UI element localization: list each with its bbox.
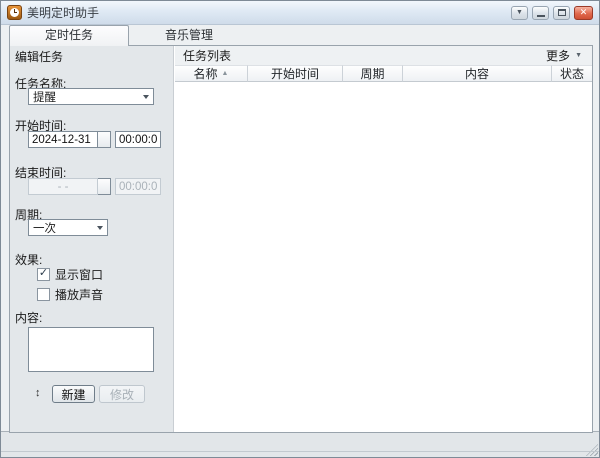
tab-music-management[interactable]: 音乐管理 bbox=[129, 25, 249, 45]
up-down-arrow-icon[interactable]: ↕ bbox=[35, 387, 41, 399]
play-sound-option[interactable]: 播放声音 bbox=[37, 286, 103, 303]
close-icon: ✕ bbox=[580, 8, 588, 17]
app-icon bbox=[7, 5, 22, 20]
tab-bar: 定时任务 音乐管理 bbox=[1, 25, 599, 45]
column-header-name[interactable]: 名称 ▲ bbox=[175, 65, 248, 82]
start-date-input[interactable] bbox=[28, 131, 98, 148]
task-list-heading: 任务列表 bbox=[183, 47, 231, 64]
minimize-button[interactable] bbox=[532, 6, 549, 20]
tab-timer-tasks[interactable]: 定时任务 bbox=[9, 25, 129, 46]
show-window-option[interactable]: ✓ 显示窗口 bbox=[37, 266, 103, 283]
column-header-content[interactable]: 内容 bbox=[403, 65, 552, 82]
task-table-body[interactable] bbox=[175, 82, 592, 432]
end-time-input bbox=[115, 178, 161, 195]
column-header-start-time[interactable]: 开始时间 bbox=[248, 65, 343, 82]
sort-ascending-icon: ▲ bbox=[222, 70, 229, 77]
maximize-button[interactable] bbox=[553, 6, 570, 20]
chevron-down-icon: ▼ bbox=[516, 9, 523, 16]
play-sound-checkbox[interactable] bbox=[37, 288, 50, 301]
status-bar bbox=[1, 431, 599, 457]
column-header-status[interactable]: 状态 bbox=[552, 65, 592, 82]
new-button[interactable]: 新建 bbox=[52, 385, 95, 403]
end-date-input bbox=[28, 178, 98, 195]
start-time-input[interactable] bbox=[115, 131, 161, 148]
title-bar: 美明定时助手 ▼ ✕ bbox=[1, 1, 599, 25]
content-textarea[interactable] bbox=[28, 327, 154, 372]
content-frame: 编辑任务 任务名称: 提醒 开始时间: 结束时间: 周期: 一次 bbox=[9, 45, 593, 433]
app-window: 美明定时助手 ▼ ✕ 定时任务 音乐管理 编辑任务 任务名称: 提 bbox=[0, 0, 600, 458]
show-window-label: 显示窗口 bbox=[55, 266, 103, 283]
modify-button: 修改 bbox=[99, 385, 145, 403]
dropdown-arrow-icon bbox=[143, 95, 149, 99]
close-button[interactable]: ✕ bbox=[574, 6, 593, 20]
task-list-header: 任务列表 更多 ▼ bbox=[175, 46, 592, 65]
column-header-period[interactable]: 周期 bbox=[343, 65, 403, 82]
start-time-row bbox=[28, 131, 161, 148]
minimize-icon bbox=[537, 15, 545, 17]
more-menu-button[interactable]: 更多 ▼ bbox=[546, 47, 582, 64]
end-date-picker-button[interactable] bbox=[98, 178, 111, 195]
resize-grip-icon[interactable] bbox=[586, 444, 598, 456]
caption-buttons: ▼ ✕ bbox=[511, 6, 593, 20]
show-window-checkbox[interactable]: ✓ bbox=[37, 268, 50, 281]
window-title: 美明定时助手 bbox=[27, 4, 99, 21]
period-combobox[interactable]: 一次 bbox=[28, 219, 108, 236]
dropdown-arrow-icon bbox=[97, 226, 103, 230]
check-icon: ✓ bbox=[39, 268, 48, 279]
task-name-value: 提醒 bbox=[33, 89, 140, 105]
task-name-combobox[interactable]: 提醒 bbox=[28, 88, 154, 105]
maximize-icon bbox=[558, 9, 566, 16]
content-label: 内容: bbox=[15, 309, 42, 326]
clock-icon bbox=[10, 8, 19, 17]
period-value: 一次 bbox=[33, 220, 94, 236]
date-picker-button[interactable] bbox=[98, 131, 111, 148]
play-sound-label: 播放声音 bbox=[55, 286, 103, 303]
edit-panel-heading: 编辑任务 bbox=[15, 48, 63, 65]
end-time-row bbox=[28, 178, 161, 195]
more-label: 更多 bbox=[546, 47, 570, 64]
chevron-down-icon: ▼ bbox=[575, 52, 582, 59]
edit-task-panel: 编辑任务 任务名称: 提醒 开始时间: 结束时间: 周期: 一次 bbox=[10, 46, 174, 432]
titlebar-menu-button[interactable]: ▼ bbox=[511, 6, 528, 20]
task-table-header: 名称 ▲ 开始时间 周期 内容 状态 bbox=[175, 65, 592, 82]
